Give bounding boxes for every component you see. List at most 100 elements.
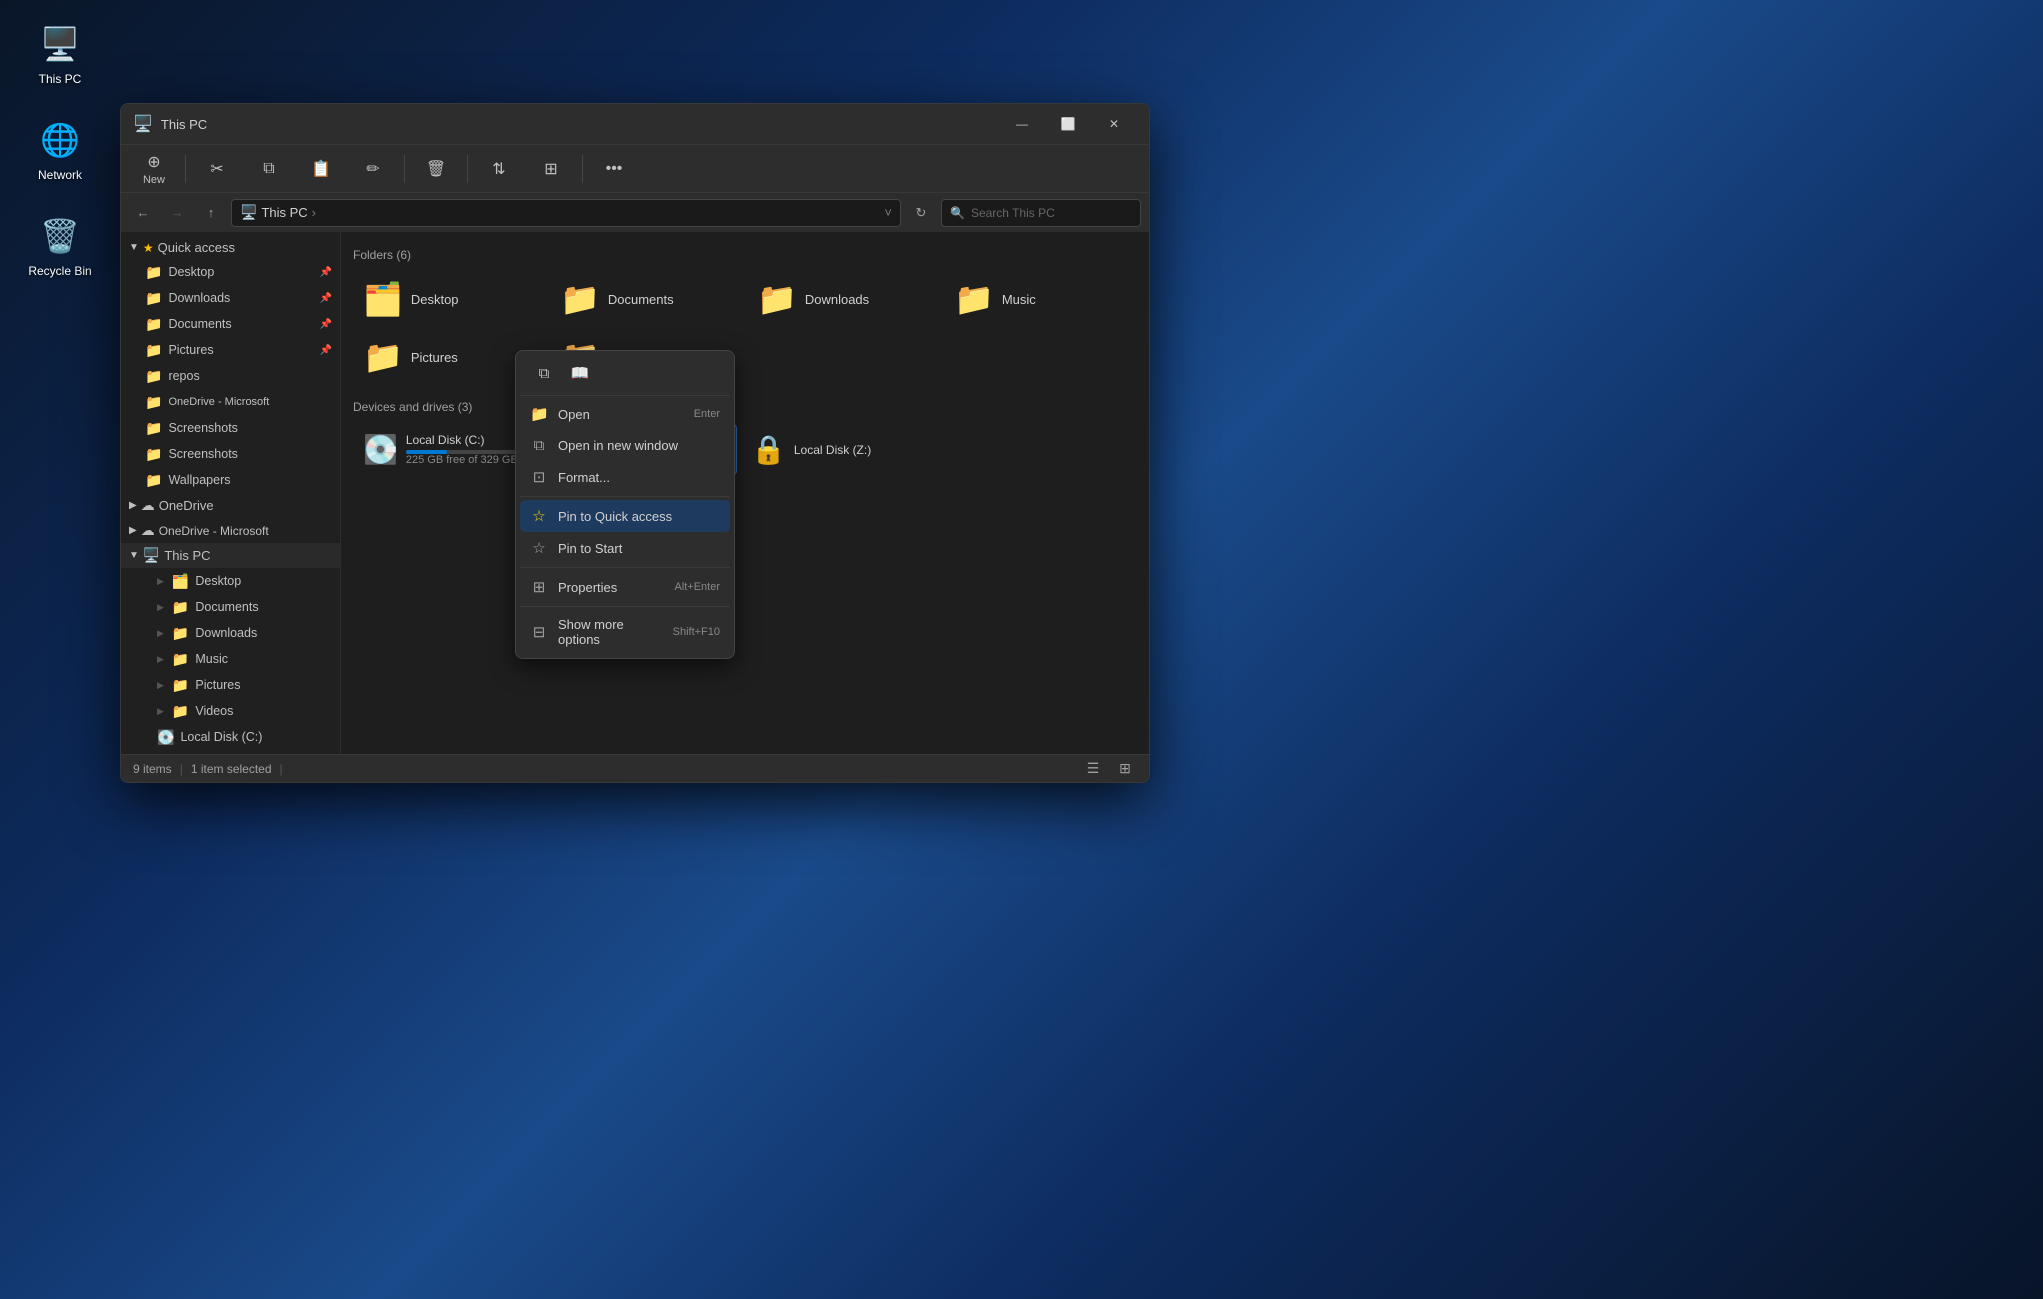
- new-label: New: [143, 174, 165, 186]
- this-pc-icon-small: 🖥️: [143, 547, 160, 564]
- drives-row: 💽 Local Disk (C:) 225 GB free of 329 GB …: [353, 424, 1137, 475]
- sidebar-item-pictures[interactable]: 📁 Pictures 📌: [121, 337, 340, 363]
- sidebar-documents2-label: Documents: [195, 600, 258, 614]
- title-bar-text: This PC: [161, 117, 999, 132]
- ctx-pin-start[interactable]: ☆ Pin to Start: [520, 532, 730, 564]
- onedrive-icon: ☁: [141, 497, 155, 514]
- sidebar-item-screenshots1[interactable]: 📁 Screenshots: [121, 415, 340, 441]
- sidebar-item-wallpapers[interactable]: 📁 Wallpapers: [121, 467, 340, 493]
- grid-view-button[interactable]: ⊞: [1113, 757, 1137, 781]
- copy-button[interactable]: ⧉: [244, 156, 294, 182]
- desktop-icon-recycle-bin[interactable]: 🗑️ Recycle Bin: [20, 212, 100, 278]
- toolbar-sep-4: [582, 155, 583, 183]
- folder-icon: 📁: [172, 703, 189, 720]
- quick-access-star: ★: [143, 241, 154, 255]
- sidebar-item-pictures2[interactable]: ▶ 📁 Pictures: [121, 672, 340, 698]
- folder-icon: 📁: [145, 420, 162, 437]
- network-icon: 🌐: [36, 116, 84, 164]
- folders-grid: 🗂️ Desktop 📁 Documents 📁 Downloads 📁 Mus…: [353, 272, 1137, 384]
- ctx-more-label: Show more options: [558, 617, 663, 647]
- folder-icon: 📁: [145, 368, 162, 385]
- path-icon: 🖥️: [240, 204, 257, 221]
- sidebar-item-local-d[interactable]: 💾 Local Disk (D:): [121, 750, 340, 754]
- ctx-open-shortcut: Enter: [694, 408, 720, 420]
- folder-icon: 📁: [145, 264, 162, 281]
- context-menu-toolbar: ⧉ 📖: [520, 355, 730, 396]
- folder-icon: 📁: [172, 677, 189, 694]
- close-button[interactable]: ✕: [1091, 108, 1137, 140]
- pin-icon: 📌: [320, 267, 332, 278]
- delete-button[interactable]: 🗑: [411, 155, 461, 183]
- folder-downloads-label: Downloads: [805, 292, 869, 307]
- forward-button[interactable]: →: [163, 199, 191, 227]
- drive-z[interactable]: 🔒 Local Disk (Z:): [741, 424, 931, 475]
- ctx-more-icon: ⊟: [530, 623, 548, 641]
- folder-documents[interactable]: 📁 Documents: [550, 272, 743, 326]
- sort-button[interactable]: ⇅: [474, 155, 524, 183]
- main-panel: Folders (6) 🗂️ Desktop 📁 Documents 📁 Dow…: [341, 232, 1149, 754]
- sidebar-item-desktop2[interactable]: ▶ 🗂️ Desktop: [121, 568, 340, 594]
- ctx-open-new-label: Open in new window: [558, 438, 720, 453]
- list-view-button[interactable]: ☰: [1081, 757, 1105, 781]
- ctx-open-label: Open: [558, 407, 684, 422]
- new-button[interactable]: ⊕ New: [129, 148, 179, 190]
- sidebar-item-documents[interactable]: 📁 Documents 📌: [121, 311, 340, 337]
- sidebar-section-onedrive[interactable]: ▶ ☁ OneDrive: [121, 493, 340, 518]
- ctx-format[interactable]: ⊡ Format...: [520, 461, 730, 493]
- ctx-sep2: [520, 567, 730, 568]
- ctx-open-book-button[interactable]: 📖: [564, 359, 596, 387]
- minimize-button[interactable]: —: [999, 108, 1045, 140]
- sidebar-item-desktop[interactable]: 📁 Desktop 📌: [121, 259, 340, 285]
- toolbar-sep-3: [467, 155, 468, 183]
- folder-pictures-label: Pictures: [411, 350, 458, 365]
- address-path[interactable]: 🖥️ This PC › ˅: [231, 199, 901, 227]
- sidebar-item-videos[interactable]: ▶ 📁 Videos: [121, 698, 340, 724]
- title-bar-icon: 🖥️: [133, 114, 153, 134]
- paste-button[interactable]: 📋: [296, 155, 346, 183]
- sidebar-item-music[interactable]: ▶ 📁 Music: [121, 646, 340, 672]
- ctx-copy-button[interactable]: ⧉: [528, 359, 560, 387]
- ctx-properties[interactable]: ⊞ Properties Alt+Enter: [520, 571, 730, 603]
- refresh-button[interactable]: ↻: [907, 199, 935, 227]
- sidebar-item-screenshots2[interactable]: 📁 Screenshots: [121, 441, 340, 467]
- view-button[interactable]: ⊞: [526, 155, 576, 183]
- folder-music[interactable]: 📁 Music: [944, 272, 1137, 326]
- sidebar-item-documents2[interactable]: ▶ 📁 Documents: [121, 594, 340, 620]
- sidebar-section-quick-access[interactable]: ▼ ★ Quick access: [121, 236, 340, 259]
- status-right: ☰ ⊞: [1081, 757, 1137, 781]
- desktop-icon-network[interactable]: 🌐 Network: [20, 116, 100, 182]
- sidebar-section-this-pc[interactable]: ▼ 🖥️ This PC: [121, 543, 340, 568]
- ctx-pin-quick-access[interactable]: ☆ Pin to Quick access: [520, 500, 730, 532]
- maximize-button[interactable]: ⬜: [1045, 108, 1091, 140]
- sidebar-item-repos[interactable]: 📁 repos: [121, 363, 340, 389]
- sidebar-desktop2-label: Desktop: [195, 574, 241, 588]
- recycle-bin-label: Recycle Bin: [28, 264, 91, 278]
- view-icon: ⊞: [544, 159, 557, 179]
- selected-count: 1 item selected: [191, 762, 272, 776]
- sidebar-item-downloads[interactable]: 📁 Downloads 📌: [121, 285, 340, 311]
- search-box[interactable]: 🔍 Search This PC: [941, 199, 1141, 227]
- rename-button[interactable]: ✏: [348, 155, 398, 183]
- back-button[interactable]: ←: [129, 199, 157, 227]
- sidebar-section-onedrive-microsoft[interactable]: ▶ ☁ OneDrive - Microsoft: [121, 518, 340, 543]
- folder-downloads[interactable]: 📁 Downloads: [747, 272, 940, 326]
- up-button[interactable]: ↑: [197, 199, 225, 227]
- folder-desktop[interactable]: 🗂️ Desktop: [353, 272, 546, 326]
- ctx-open[interactable]: 📁 Open Enter: [520, 398, 730, 430]
- sidebar-item-downloads2[interactable]: ▶ 📁 Downloads: [121, 620, 340, 646]
- desktop-icon-this-pc[interactable]: 🖥️ This PC: [20, 20, 100, 86]
- ctx-show-more[interactable]: ⊟ Show more options Shift+F10: [520, 610, 730, 654]
- cut-button[interactable]: ✂: [192, 155, 242, 183]
- more-button[interactable]: •••: [589, 156, 639, 182]
- ctx-open-new-window[interactable]: ⧉ Open in new window: [520, 430, 730, 461]
- ctx-props-label: Properties: [558, 580, 664, 595]
- drive-c-space: 225 GB free of 329 GB: [406, 454, 533, 466]
- folder-icon: 📁: [172, 599, 189, 616]
- sidebar-screenshots1-label: Screenshots: [168, 421, 237, 435]
- status-sep2: |: [280, 762, 283, 776]
- this-pc-chevron: ▼: [129, 550, 139, 561]
- sidebar-item-onedrive-ms[interactable]: 📁 OneDrive - Microsoft: [121, 389, 340, 415]
- sidebar-item-local-c[interactable]: 💽 Local Disk (C:): [121, 724, 340, 750]
- address-bar: ← → ↑ 🖥️ This PC › ˅ ↻ 🔍 Search This PC: [121, 192, 1149, 232]
- network-label: Network: [38, 168, 82, 182]
